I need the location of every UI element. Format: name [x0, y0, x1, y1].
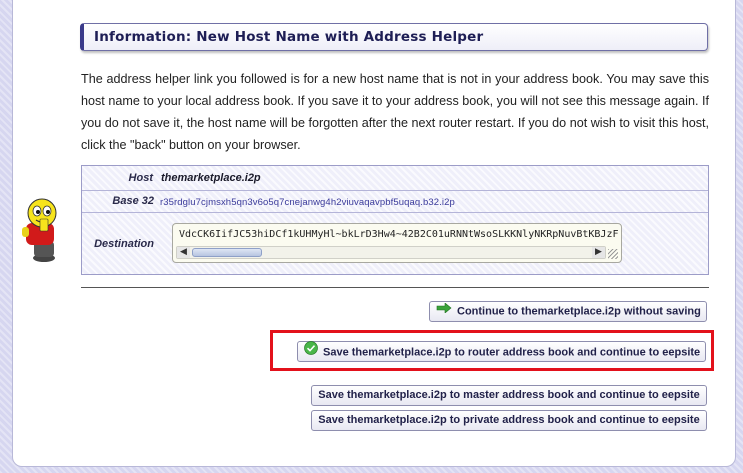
horizontal-scrollbar[interactable]: ◀ ▶: [176, 246, 606, 259]
scroll-right-icon[interactable]: ▶: [592, 247, 605, 258]
base32-label: Base 32: [112, 195, 154, 207]
save-private-label: Save themarketplace.i2p to private addre…: [318, 414, 700, 426]
base32-link[interactable]: r35rdglu7cjmsxh5qn3v6o5q7cnejanwg4h2viuv…: [160, 197, 455, 208]
base32-row: Base 32 r35rdglu7cjmsxh5qn3v6o5q7cnejanw…: [82, 191, 708, 213]
scroll-left-icon[interactable]: ◀: [177, 247, 190, 258]
destination-textarea[interactable]: VdcCK6IifJC53hiDCf1kUHMyHl~bkLrD3Hw4~42B…: [172, 223, 622, 263]
save-private-addressbook-button[interactable]: Save themarketplace.i2p to private addre…: [311, 410, 707, 431]
host-row: Host themarketplace.i2p: [82, 166, 708, 191]
info-header: Information: New Host Name with Address …: [80, 23, 708, 51]
green-arrow-icon: [436, 301, 452, 320]
continue-label: Continue to themarketplace.i2p without s…: [457, 305, 701, 318]
host-details-table: Host themarketplace.i2p Base 32 r35rdglu…: [81, 165, 709, 275]
scrollbar-thumb[interactable]: [192, 248, 262, 257]
save-master-addressbook-button[interactable]: Save themarketplace.i2p to master addres…: [311, 385, 707, 406]
highlight-box: [270, 330, 714, 371]
resize-grip-icon[interactable]: [608, 249, 618, 259]
page-title: Information: New Host Name with Address …: [94, 29, 484, 45]
destination-row: Destination VdcCK6IifJC53hiDCf1kUHMyHl~b…: [82, 213, 708, 275]
destination-label: Destination: [94, 238, 154, 250]
host-label: Host: [128, 172, 153, 184]
continue-without-saving-button[interactable]: Continue to themarketplace.i2p without s…: [429, 301, 707, 322]
host-value: themarketplace.i2p: [161, 172, 261, 184]
intro-text: The address helper link you followed is …: [81, 72, 709, 152]
divider: [81, 287, 709, 288]
i2p-mascot-icon: [22, 198, 57, 262]
destination-value: VdcCK6IifJC53hiDCf1kUHMyHl~bkLrD3Hw4~42B…: [179, 229, 619, 240]
save-master-label: Save themarketplace.i2p to master addres…: [318, 389, 700, 401]
